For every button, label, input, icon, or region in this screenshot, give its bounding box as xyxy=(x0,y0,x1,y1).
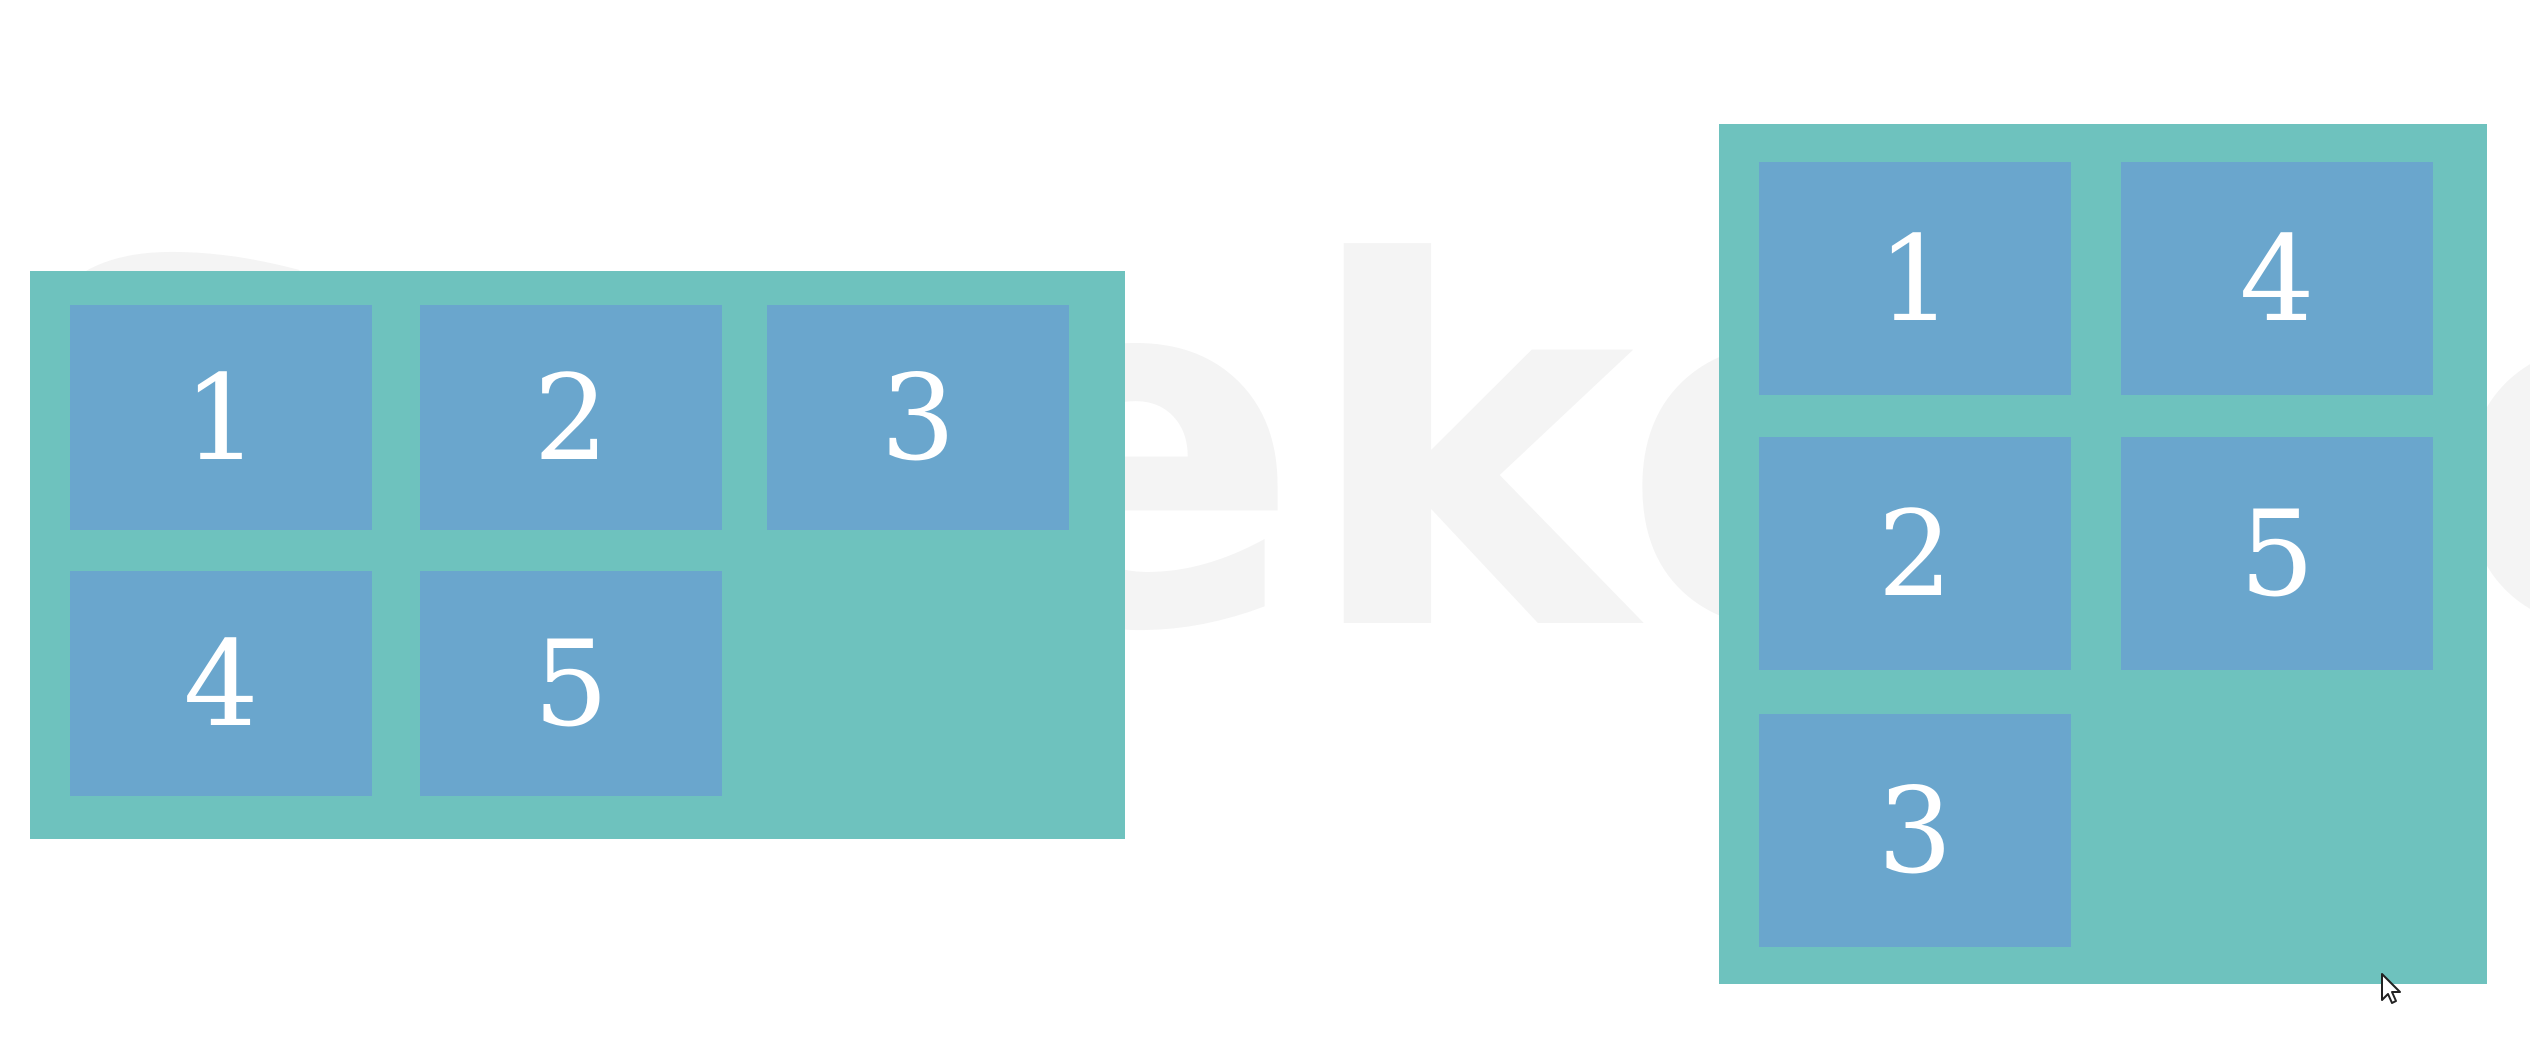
row-item-1: 1 xyxy=(70,305,372,530)
column-item-1: 1 xyxy=(1759,162,2071,395)
column-item-2: 2 xyxy=(1759,437,2071,670)
mouse-pointer-icon xyxy=(2380,972,2404,1006)
column-item-3: 3 xyxy=(1759,714,2071,947)
row-item-2: 2 xyxy=(420,305,722,530)
column-flex-container: 1 2 3 4 5 xyxy=(1719,124,2487,984)
column-item-4: 4 xyxy=(2121,162,2433,395)
row-item-5: 5 xyxy=(420,571,722,796)
row-item-3: 3 xyxy=(767,305,1069,530)
row-flex-container: 1 2 3 4 5 xyxy=(30,271,1125,839)
column-item-5: 5 xyxy=(2121,437,2433,670)
row-item-4: 4 xyxy=(70,571,372,796)
